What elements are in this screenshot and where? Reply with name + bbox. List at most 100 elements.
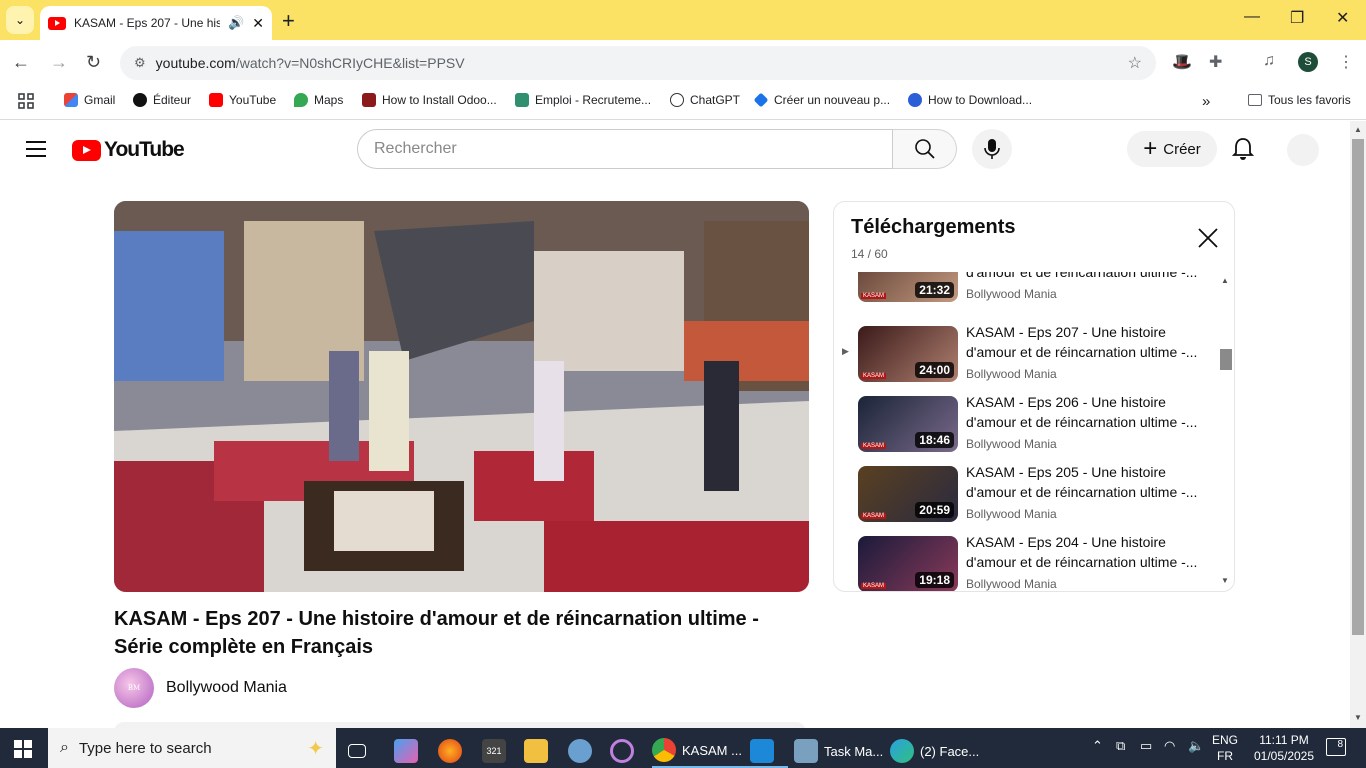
playlist-items: KASAM 21:32 d'amour et de réincarnation … bbox=[834, 272, 1234, 591]
scroll-up-icon[interactable]: ▲ bbox=[1354, 125, 1362, 134]
taskbar-edge-app[interactable]: (2) Face... bbox=[890, 734, 986, 768]
taskbar-search-placeholder: Type here to search bbox=[78, 739, 212, 757]
bookmark-star-icon[interactable]: ☆ bbox=[1128, 53, 1142, 73]
diamond-icon bbox=[753, 92, 769, 108]
search-button[interactable] bbox=[893, 129, 957, 169]
bookmark-editeur[interactable]: Éditeur bbox=[133, 93, 191, 107]
extensions-icon[interactable]: ✚ bbox=[1209, 52, 1222, 72]
playlist-item-current[interactable]: ▶ KASAM 24:00 KASAM - Eps 207 - Une hist… bbox=[834, 322, 1218, 392]
channel-avatar[interactable]: BM bbox=[114, 668, 154, 708]
bookmarks-overflow-button[interactable]: » bbox=[1202, 93, 1210, 110]
scroll-up-icon[interactable]: ▲ bbox=[1221, 276, 1229, 285]
back-icon[interactable]: ← bbox=[12, 52, 30, 73]
copilot-icon[interactable] bbox=[394, 734, 424, 768]
page-scroll-thumb[interactable] bbox=[1352, 139, 1364, 635]
youtube-logo[interactable]: YouTube bbox=[72, 138, 185, 162]
playlist-item-channel: Bollywood Mania bbox=[966, 367, 1057, 381]
volume-icon[interactable]: 🔈 bbox=[1188, 738, 1204, 754]
reload-icon[interactable]: ↻ bbox=[86, 52, 101, 73]
playlist-scrollbar[interactable]: ▲ ▼ bbox=[1218, 274, 1232, 590]
windows-start-icon[interactable] bbox=[14, 740, 32, 758]
site-info-icon[interactable]: ⚙ bbox=[134, 55, 146, 71]
scroll-down-icon[interactable]: ▼ bbox=[1354, 713, 1362, 722]
paint-app-icon[interactable] bbox=[568, 734, 598, 768]
restore-icon[interactable]: ❐ bbox=[1290, 8, 1304, 28]
bookmark-emploi[interactable]: Emploi - Recruteme... bbox=[515, 93, 651, 107]
minimize-icon[interactable]: — bbox=[1244, 8, 1260, 26]
video-thumbnail: KASAM 20:59 bbox=[858, 466, 958, 522]
system-clock[interactable]: 11:11 PM 01/05/2025 bbox=[1252, 732, 1316, 764]
wifi-icon[interactable]: ◠ bbox=[1164, 738, 1175, 754]
playlist-item-title-line2: d'amour et de réincarnation ultime -... bbox=[966, 272, 1198, 280]
episode-badge: KASAM bbox=[861, 293, 887, 299]
taskbar-search[interactable]: ⌕ Type here to search ✦ bbox=[48, 728, 336, 768]
voice-search-button[interactable] bbox=[972, 129, 1012, 169]
menu-kebab-icon[interactable]: ⋮ bbox=[1338, 52, 1354, 72]
scroll-down-icon[interactable]: ▼ bbox=[1221, 576, 1229, 585]
bookmark-label: Éditeur bbox=[153, 93, 192, 107]
youtube-header: YouTube Rechercher + Créer bbox=[0, 121, 1350, 177]
language-line1: ENG bbox=[1212, 733, 1239, 747]
chatgpt-icon bbox=[670, 93, 684, 107]
firefox-icon[interactable] bbox=[438, 734, 468, 768]
bookmark-maps[interactable]: Maps bbox=[294, 93, 343, 107]
bookmark-creer[interactable]: Créer un nouveau p... bbox=[753, 92, 890, 108]
account-avatar[interactable] bbox=[1287, 134, 1319, 166]
battery-icon[interactable]: ▭ bbox=[1140, 738, 1152, 754]
video-player[interactable] bbox=[114, 201, 809, 592]
speaker-icon[interactable]: 🔊 bbox=[228, 15, 244, 31]
channel-name[interactable]: Bollywood Mania bbox=[166, 679, 287, 697]
language-line2: FR bbox=[1217, 749, 1233, 763]
playlist-item[interactable]: KASAM 20:59 KASAM - Eps 205 - Une histoi… bbox=[834, 462, 1218, 532]
download-favicon-icon bbox=[908, 93, 922, 107]
notifications-bell-icon[interactable] bbox=[1231, 137, 1255, 166]
media-app-icon[interactable] bbox=[610, 734, 640, 768]
close-tab-icon[interactable]: ✕ bbox=[252, 15, 264, 32]
task-view-icon[interactable] bbox=[348, 734, 372, 768]
language-indicator[interactable]: ENG FR bbox=[1212, 732, 1238, 764]
video-title: KASAM - Eps 207 - Une histoire d'amour e… bbox=[114, 608, 759, 658]
bookmark-chatgpt[interactable]: ChatGPT bbox=[670, 93, 740, 107]
new-tab-button[interactable]: + bbox=[282, 8, 295, 34]
incognito-hat-icon[interactable]: 🎩 bbox=[1172, 52, 1192, 72]
playlist-item-title-line2: d'amour et de réincarnation ultime -... bbox=[966, 344, 1198, 360]
playlist-item-title: KASAM - Eps 204 - Une histoire bbox=[966, 534, 1166, 550]
bookmark-youtube[interactable]: YouTube bbox=[209, 93, 276, 107]
bookmark-gmail[interactable]: Gmail bbox=[64, 93, 115, 107]
notification-center-icon[interactable]: 8 bbox=[1326, 738, 1346, 756]
profile-avatar[interactable]: S bbox=[1298, 52, 1318, 72]
hamburger-menu-icon[interactable] bbox=[26, 141, 46, 162]
playlist-item[interactable]: KASAM 19:18 KASAM - Eps 204 - Une histoi… bbox=[834, 532, 1218, 591]
video-thumbnail: KASAM 21:32 bbox=[858, 272, 958, 302]
episode-badge: KASAM bbox=[861, 583, 887, 589]
tray-overflow-icon[interactable]: ⌃ bbox=[1092, 738, 1103, 754]
close-window-icon[interactable]: ✕ bbox=[1336, 8, 1349, 28]
forward-icon[interactable]: → bbox=[50, 52, 68, 73]
bookmark-howto-download[interactable]: How to Download... bbox=[908, 93, 1032, 107]
close-playlist-icon[interactable] bbox=[1196, 226, 1220, 250]
all-favorites[interactable]: Tous les favoris bbox=[1248, 93, 1351, 107]
playlist-scroll-thumb[interactable] bbox=[1220, 349, 1232, 370]
apps-grid-icon[interactable] bbox=[18, 93, 34, 109]
folder-icon bbox=[1248, 94, 1262, 106]
youtube-logo-text: YouTube bbox=[104, 138, 185, 161]
episode-badge: KASAM bbox=[861, 513, 887, 519]
clapper-app-icon[interactable]: 321 bbox=[482, 734, 512, 768]
bookmark-odoo[interactable]: How to Install Odoo... bbox=[362, 93, 497, 107]
playlist-title[interactable]: Téléchargements bbox=[851, 216, 1016, 239]
playlist-item[interactable]: KASAM 18:46 KASAM - Eps 206 - Une histoi… bbox=[834, 392, 1218, 462]
search-input[interactable]: Rechercher bbox=[357, 129, 893, 169]
browser-tab-active[interactable]: KASAM - Eps 207 - Une histoire 🔊 ✕ bbox=[40, 6, 272, 40]
playlist-item[interactable]: KASAM 21:32 d'amour et de réincarnation … bbox=[834, 272, 1218, 312]
editor-icon bbox=[133, 93, 147, 107]
meet-now-icon[interactable]: ⧉ bbox=[1116, 738, 1125, 754]
address-bar[interactable]: ⚙ youtube.com/watch?v=N0shCRIyCHE&list=P… bbox=[120, 46, 1156, 80]
tab-search-button[interactable]: ⌄ bbox=[6, 6, 34, 34]
media-control-icon[interactable]: ♫ bbox=[1263, 52, 1275, 70]
vscode-icon[interactable] bbox=[750, 734, 780, 768]
taskbar-task-manager[interactable]: Task Ma... bbox=[794, 734, 890, 768]
file-explorer-icon[interactable] bbox=[524, 734, 554, 768]
playlist-item-title-line2: d'amour et de réincarnation ultime -... bbox=[966, 414, 1198, 430]
page-scrollbar[interactable]: ▲ ▼ bbox=[1350, 121, 1366, 728]
create-button[interactable]: + Créer bbox=[1127, 131, 1217, 167]
